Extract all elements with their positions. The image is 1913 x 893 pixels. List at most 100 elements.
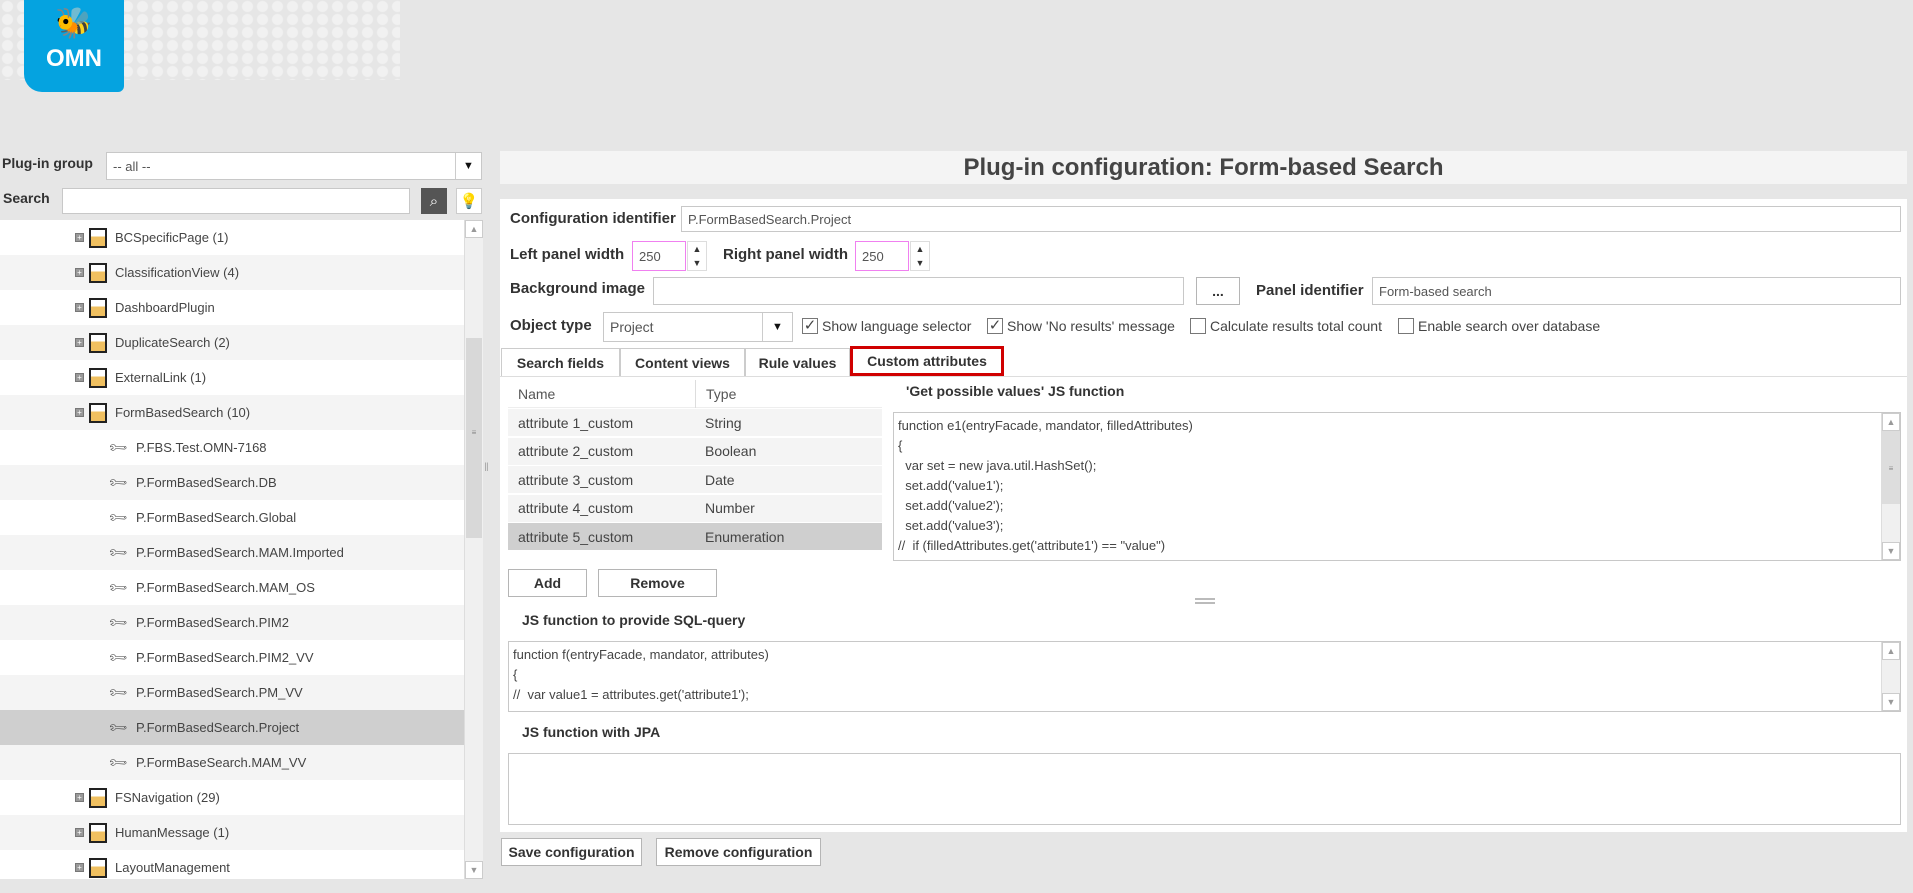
save-configuration-button[interactable]: Save configuration [501, 838, 642, 866]
search-button[interactable]: ⌕ [421, 188, 447, 214]
tree-item-label: ClassificationView (4) [115, 265, 240, 280]
panel-id-input[interactable]: Form-based search [1372, 277, 1901, 305]
tree-item[interactable]: + LayoutManagement [0, 850, 464, 879]
scroll-down-icon[interactable]: ▼ [465, 861, 483, 879]
tree-item-label: P.FormBaseSearch.MAM_VV [136, 755, 307, 770]
tree-item[interactable]: + FormBasedSearch (10) [0, 395, 464, 430]
splitter-handle[interactable]: ‖ [484, 460, 492, 480]
wrench-icon: 🔧︎ [106, 575, 129, 599]
tree-item[interactable]: 🔧︎ P.FormBasedSearch.PIM2_VV [0, 640, 464, 675]
jpa-editor[interactable] [508, 753, 1901, 825]
down-icon[interactable]: ▼ [916, 258, 925, 268]
tree-item-label: P.FormBasedSearch.MAM_OS [136, 580, 315, 595]
column-header-type[interactable]: Type [695, 379, 736, 408]
sql-editor[interactable]: function f(entryFacade, mandator, attrib… [508, 641, 1901, 712]
tree-item[interactable]: + FSNavigation (29) [0, 780, 464, 815]
tree-item[interactable]: + DuplicateSearch (2) [0, 325, 464, 360]
plugin-tree: + BCSpecificPage (1) + ClassificationView (… [0, 220, 483, 879]
expand-icon[interactable]: + [75, 338, 84, 347]
panel-id-label: Panel identifier [1256, 282, 1364, 299]
expand-icon[interactable]: + [75, 408, 84, 417]
attribute-name: attribute 1_custom [518, 414, 634, 431]
checkbox-label: Show language selector [822, 318, 972, 334]
checkbox-checked-icon[interactable]: ✓ [802, 318, 818, 334]
editor-scrollbar[interactable]: ▲ ≡ ▼ [1881, 413, 1900, 560]
table-row[interactable]: attribute 3_custom Date [508, 466, 882, 495]
tab-search-fields[interactable]: Search fields [501, 348, 620, 376]
object-type-value: Project [610, 319, 654, 335]
background-image-input[interactable] [653, 277, 1184, 305]
table-row[interactable]: attribute 2_custom Boolean [508, 437, 882, 466]
table-row[interactable]: attribute 4_custom Number [508, 494, 882, 523]
expand-icon[interactable]: + [75, 373, 84, 382]
background-image-label: Background image [510, 280, 646, 297]
show-no-results-checkbox[interactable]: ✓ Show 'No results' message [987, 316, 1175, 336]
tree-item[interactable]: + BCSpecificPage (1) [0, 220, 464, 255]
tab-custom-attributes[interactable]: Custom attributes [850, 346, 1004, 376]
left-panel-width-label: Left panel width [510, 246, 625, 263]
tree-item[interactable]: + ExternalLink (1) [0, 360, 464, 395]
tab-content-views[interactable]: Content views [620, 348, 745, 376]
tree-item[interactable]: + ClassificationView (4) [0, 255, 464, 290]
up-icon[interactable]: ▲ [916, 244, 925, 254]
tree-item[interactable]: 🔧︎ P.FormBasedSearch.Global [0, 500, 464, 535]
jpa-label: JS function with JPA [522, 724, 661, 740]
code-text: function e1(entryFacade, mandator, fille… [898, 418, 1193, 560]
right-panel-width-input[interactable]: 250 [855, 241, 909, 271]
checkbox-unchecked-icon[interactable] [1398, 318, 1414, 334]
table-row[interactable]: attribute 5_custom Enumeration [508, 523, 882, 552]
calculate-total-checkbox[interactable]: Calculate results total count [1190, 316, 1382, 336]
tree-item-label: P.FormBasedSearch.DB [136, 475, 277, 490]
tree-item[interactable]: 🔧︎ P.FormBaseSearch.MAM_VV [0, 745, 464, 780]
tree-item[interactable]: + HumanMessage (1) [0, 815, 464, 850]
config-id-label: Configuration identifier [510, 210, 676, 227]
tree-item[interactable]: 🔧︎ P.FBS.Test.OMN-7168 [0, 430, 464, 465]
tree-item[interactable]: + DashboardPlugin [0, 290, 464, 325]
hint-button[interactable]: 💡 [456, 188, 482, 214]
show-language-selector-checkbox[interactable]: ✓ Show language selector [802, 316, 971, 336]
expand-icon[interactable]: + [75, 863, 84, 872]
expand-icon[interactable]: + [75, 793, 84, 802]
expand-icon[interactable]: + [75, 828, 84, 837]
right-panel-width-stepper[interactable]: ▲ ▼ [910, 241, 930, 271]
resize-handle[interactable] [1195, 598, 1215, 604]
tab-rule-values[interactable]: Rule values [745, 348, 850, 376]
expand-icon[interactable]: + [75, 268, 84, 277]
left-panel-width-stepper[interactable]: ▲ ▼ [687, 241, 707, 271]
editor-scrollbar[interactable]: ▲ ▼ [1881, 642, 1900, 711]
remove-button[interactable]: Remove [598, 569, 717, 597]
add-button[interactable]: Add [508, 569, 587, 597]
tree-item-label: BCSpecificPage (1) [115, 230, 229, 245]
possible-values-editor[interactable]: function e1(entryFacade, mandator, fille… [893, 412, 1901, 561]
search-input[interactable] [62, 188, 410, 214]
plugin-group-select[interactable]: -- all -- ▼ [106, 152, 482, 180]
expand-icon[interactable]: + [75, 303, 84, 312]
tree-item[interactable]: 🔧︎ P.FormBasedSearch.PM_VV [0, 675, 464, 710]
enable-db-search-checkbox[interactable]: Enable search over database [1398, 316, 1600, 336]
tree-item[interactable]: 🔧︎ P.FormBasedSearch.MAM_OS [0, 570, 464, 605]
tree-item[interactable]: 🔧︎ P.FormBasedSearch.Project [0, 710, 464, 745]
tree-scrollbar[interactable]: ▲ ≡ ▼ [464, 220, 483, 879]
expand-icon[interactable]: + [75, 233, 84, 242]
page-title: Plug-in configuration: Form-based Search [500, 151, 1907, 184]
checkbox-checked-icon[interactable]: ✓ [987, 318, 1003, 334]
attribute-name: attribute 4_custom [518, 500, 634, 517]
down-icon[interactable]: ▼ [693, 258, 702, 268]
table-row[interactable]: attribute 1_custom String [508, 409, 882, 437]
tree-item[interactable]: 🔧︎ P.FormBasedSearch.MAM.Imported [0, 535, 464, 570]
up-icon[interactable]: ▲ [693, 244, 702, 254]
tree-item[interactable]: 🔧︎ P.FormBasedSearch.DB [0, 465, 464, 500]
left-panel-width-input[interactable]: 250 [632, 241, 686, 271]
tree-item[interactable]: 🔧︎ P.FormBasedSearch.PIM2 [0, 605, 464, 640]
chevron-down-icon[interactable]: ▼ [762, 313, 792, 341]
object-type-select[interactable]: Project ▼ [603, 312, 793, 342]
wrench-icon: 🔧︎ [106, 645, 129, 669]
browse-button[interactable]: ... [1196, 277, 1240, 305]
config-id-input[interactable]: P.FormBasedSearch.Project [681, 206, 1901, 232]
checkbox-unchecked-icon[interactable] [1190, 318, 1206, 334]
chevron-down-icon[interactable]: ▼ [455, 153, 481, 179]
remove-configuration-button[interactable]: Remove configuration [656, 838, 821, 866]
scroll-up-icon[interactable]: ▲ [465, 220, 483, 238]
scroll-thumb[interactable]: ≡ [466, 338, 482, 538]
column-header-name[interactable]: Name [508, 386, 695, 402]
